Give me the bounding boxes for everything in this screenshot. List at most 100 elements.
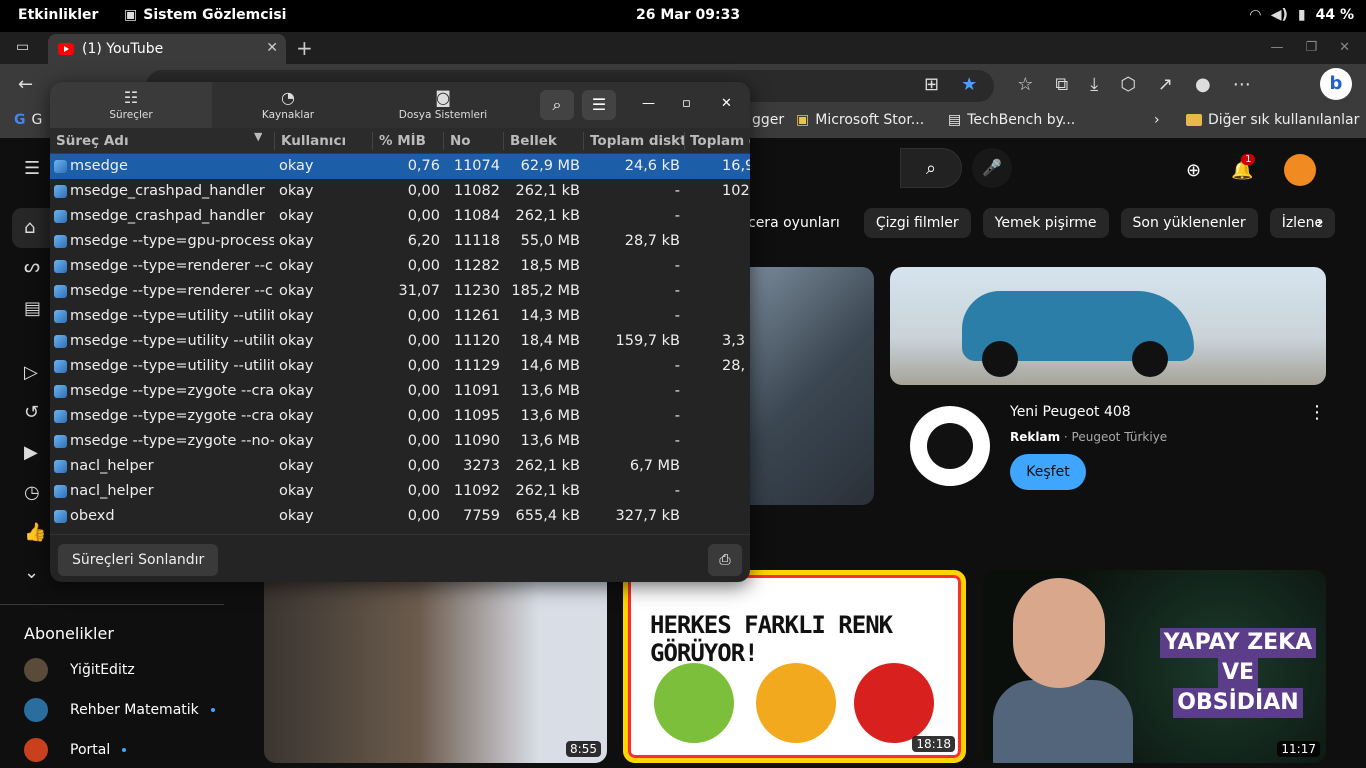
video-thumbnail[interactable]: YAPAY ZEKA VE OBSİDİAN 11:17	[983, 570, 1326, 763]
your-videos-icon[interactable]: ▶	[24, 442, 38, 463]
app-available-icon[interactable]: ⊞	[924, 74, 939, 95]
maximize-icon[interactable]: ❐	[1305, 40, 1317, 55]
process-icon	[54, 285, 67, 298]
process-memory: 18,5 MB	[520, 258, 580, 274]
more-icon[interactable]: ⋯	[1233, 74, 1251, 95]
app-menu[interactable]: ▣ Sistem Gözlemcisi	[124, 7, 286, 23]
process-disk-read: -	[674, 358, 680, 374]
process-row[interactable]: msedge_crashpad_handler okay 0,00 11084 262,…	[50, 204, 750, 229]
search-button[interactable]: ⌕	[900, 148, 962, 188]
process-row[interactable]: msedge --type=zygote --crashp okay 0,00 110…	[50, 379, 750, 404]
share-icon[interactable]: ↗	[1158, 74, 1173, 95]
activities-button[interactable]: Etkinlikler	[18, 7, 98, 23]
chip[interactable]: Yemek pişirme	[982, 208, 1109, 238]
ad-title[interactable]: Yeni Peugeot 408	[1010, 404, 1131, 420]
process-row[interactable]: msedge --type=utility --utility-s okay 0,0…	[50, 354, 750, 379]
favorite-item[interactable]: G G	[14, 112, 42, 128]
tab-actions-icon[interactable]: ▭	[16, 39, 29, 55]
process-row[interactable]: obexd okay 0,00 7759 655,4 kB 327,7 kB	[50, 504, 750, 529]
process-properties-button[interactable]: ⎙	[708, 544, 742, 576]
favorite-item[interactable]: gger	[752, 112, 784, 128]
video-thumbnail[interactable]: 8:55	[264, 570, 607, 763]
process-row[interactable]: msedge --type=renderer --cras okay 0,00 112…	[50, 254, 750, 279]
shorts-icon[interactable]: ᔕ	[24, 256, 40, 277]
headerbar: ☷ Süreçler ◔ Kaynaklar ◙ Dosya Sistemler…	[50, 82, 750, 128]
profile-icon[interactable]: ●	[1195, 74, 1211, 95]
column-header[interactable]: Toplam diskte	[590, 133, 684, 149]
menu-button[interactable]: ☰	[582, 90, 616, 120]
chip[interactable]: cera oyunları	[748, 208, 852, 238]
tab-processes[interactable]: ☷ Süreçler	[50, 82, 212, 128]
account-avatar[interactable]	[1283, 154, 1316, 186]
close-icon[interactable]: ✕	[1339, 40, 1350, 55]
new-tab-button[interactable]: +	[296, 36, 313, 60]
subscriptions-icon[interactable]: ▤	[24, 298, 41, 319]
collections-icon[interactable]: ⧉	[1055, 74, 1068, 95]
close-icon[interactable]: ✕	[721, 96, 732, 111]
process-row[interactable]: msedge --type=utility --utility-s okay 0,0…	[50, 329, 750, 354]
watch-later-icon[interactable]: ◷	[24, 482, 40, 503]
column-separator	[372, 132, 373, 150]
close-tab-icon[interactable]: ✕	[266, 40, 278, 56]
column-header[interactable]: Süreç Adı	[56, 133, 256, 149]
favorites-overflow-chevron-icon[interactable]: ›	[1154, 112, 1160, 128]
library-icon[interactable]: ▷	[24, 362, 38, 383]
process-icon	[54, 460, 67, 473]
search-button[interactable]: ⌕	[540, 90, 574, 120]
subscription-item[interactable]: Portal	[24, 738, 127, 762]
back-button[interactable]: ←	[18, 74, 33, 95]
process-row[interactable]: msedge --type=renderer --cras okay 31,07 11…	[50, 279, 750, 304]
column-header[interactable]: Toplam d	[690, 133, 750, 149]
column-header[interactable]: Kullanıcı	[281, 133, 371, 149]
download-icon[interactable]: ⤓	[1090, 74, 1098, 95]
favorite-star-icon[interactable]: ★	[961, 74, 977, 95]
column-header[interactable]: % MİB	[379, 133, 439, 149]
clock[interactable]: 26 Mar 09:33	[636, 7, 740, 23]
process-row[interactable]: nacl_helper okay 0,00 3273 262,1 kB 6,7 MB	[50, 454, 750, 479]
process-row[interactable]: msedge okay 0,76 11074 62,9 MB 24,6 kB 16,9	[50, 154, 750, 179]
process-memory: 262,1 kB	[515, 483, 580, 499]
favorite-item[interactable]: ▤ TechBench by...	[948, 112, 1075, 128]
subscription-item[interactable]: YiğitEditz	[24, 658, 135, 682]
end-process-button[interactable]: Süreçleri Sonlandır	[58, 544, 219, 576]
process-row[interactable]: msedge --type=zygote --no-zyc okay 0,00 110…	[50, 429, 750, 454]
column-header[interactable]: No	[450, 133, 500, 149]
minimize-icon[interactable]: —	[642, 96, 655, 111]
extensions-icon[interactable]: ⬡	[1120, 74, 1136, 95]
maximize-icon[interactable]: ▫	[682, 96, 691, 111]
favorite-folder[interactable]: Diğer sık kullanılanlar	[1186, 112, 1359, 128]
chip[interactable]: İzlene	[1269, 208, 1336, 238]
history-icon[interactable]: ↺	[24, 402, 39, 423]
tab-youtube[interactable]: (1) YouTube ✕	[48, 34, 286, 64]
process-row[interactable]: msedge --type=gpu-process --c okay 6,20 111…	[50, 229, 750, 254]
subscription-item[interactable]: Rehber Matematik	[24, 698, 215, 722]
ad-video-thumbnail[interactable]	[748, 267, 874, 505]
favorites-icon[interactable]: ☆	[1017, 74, 1033, 95]
show-more-chevron-icon[interactable]: ⌄	[24, 562, 39, 583]
chips-next-chevron-icon[interactable]: ›	[1316, 212, 1323, 233]
chip[interactable]: Çizgi filmler	[863, 208, 971, 238]
ad-cta-button[interactable]: Keşfet	[1010, 454, 1086, 490]
liked-videos-icon[interactable]: 👍	[24, 522, 46, 543]
create-icon[interactable]: ⊕	[1186, 160, 1201, 181]
video-thumbnail[interactable]: HERKES FARKLI RENK GÖRÜYOR! 18:18	[623, 570, 966, 763]
voice-search-button[interactable]: 🎤	[972, 148, 1012, 188]
ad-thumbnail[interactable]	[890, 267, 1326, 385]
notifications-button[interactable]: 🔔 1	[1231, 153, 1256, 181]
favorite-item[interactable]: ▣ Microsoft Stor...	[796, 112, 924, 128]
minimize-icon[interactable]: —	[1270, 40, 1283, 55]
bing-copilot-icon[interactable]: b	[1320, 68, 1352, 100]
tab-resources[interactable]: ◔ Kaynaklar	[212, 82, 364, 128]
process-disk-read: -	[674, 183, 680, 199]
advertiser-logo[interactable]	[910, 406, 990, 486]
process-row[interactable]: nacl_helper okay 0,00 11092 262,1 kB -	[50, 479, 750, 504]
menu-icon[interactable]: ☰	[24, 158, 40, 179]
tab-file-systems[interactable]: ◙ Dosya Sistemleri	[364, 82, 522, 128]
process-row[interactable]: msedge --type=zygote --crashp okay 0,00 110…	[50, 404, 750, 429]
column-header[interactable]: Bellek	[510, 133, 584, 149]
system-tray[interactable]: ◠ ◀) ▮ 44 %	[1250, 7, 1354, 23]
process-row[interactable]: msedge_crashpad_handler okay 0,00 11082 262,…	[50, 179, 750, 204]
process-row[interactable]: msedge --type=utility --utility-s okay 0,0…	[50, 304, 750, 329]
ad-more-icon[interactable]: ⋮	[1308, 402, 1326, 423]
chip[interactable]: Son yüklenenler	[1120, 208, 1258, 238]
